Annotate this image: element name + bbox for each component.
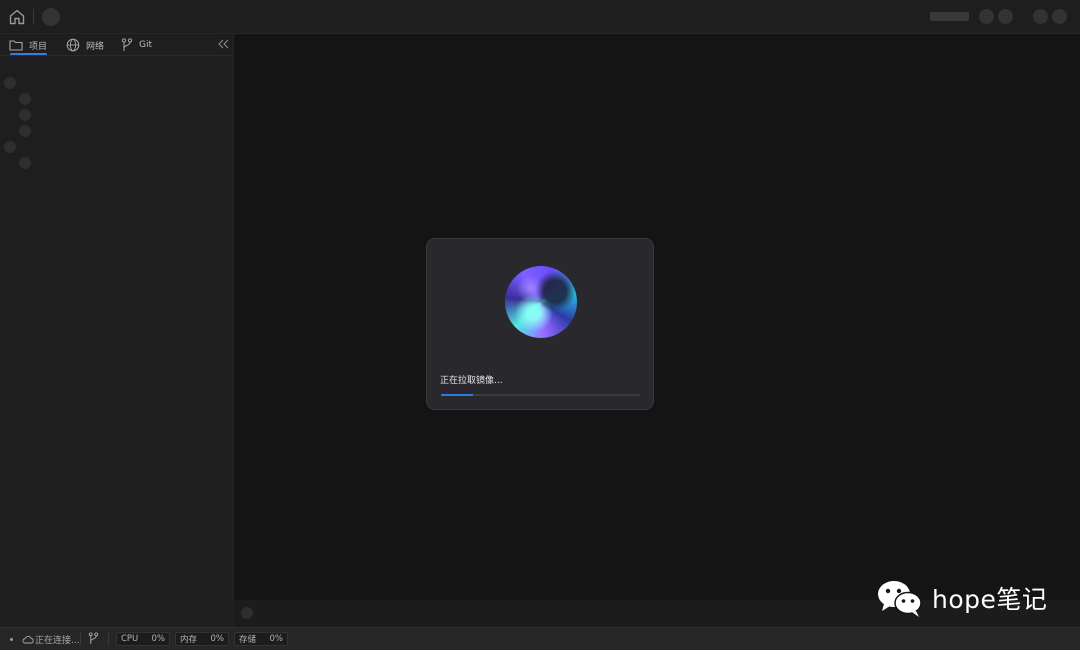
title-bar [0, 0, 1080, 34]
connection-status-label: 正在连接... [35, 635, 80, 646]
tree-item[interactable] [19, 125, 31, 137]
tree-item[interactable] [19, 157, 31, 169]
cpu-label: CPU [121, 634, 139, 644]
close-button[interactable] [1052, 9, 1067, 24]
tab-label: 项目 [29, 41, 48, 52]
divider [80, 633, 81, 645]
cpu-value: 0% [151, 634, 166, 644]
tab-network[interactable]: 网络 [66, 34, 104, 56]
git-branch-icon [121, 38, 133, 51]
memory-label: 内存 [180, 635, 198, 645]
loading-status-text: 正在拉取镜像... [440, 376, 503, 386]
storage-label: 存储 [239, 635, 257, 645]
minimize-button[interactable] [1033, 9, 1048, 24]
wechat-icon [878, 581, 922, 617]
connection-status[interactable]: 正在连接... [22, 632, 80, 646]
status-dot [10, 632, 13, 646]
orb-highlight [515, 277, 545, 301]
watermark-text: hope笔记 [932, 585, 1048, 614]
tree-item[interactable] [4, 141, 16, 153]
progress-bar [441, 394, 640, 396]
folder-icon [9, 40, 23, 51]
home-icon[interactable] [8, 8, 26, 26]
progress-bar-fill [441, 394, 473, 396]
toolbar-button[interactable] [979, 9, 994, 24]
tree-item[interactable] [19, 93, 31, 105]
main-content [234, 34, 1080, 600]
divider [108, 633, 109, 645]
placeholder-bar [930, 12, 969, 21]
cpu-meter: CPU 0% [116, 632, 170, 646]
globe-icon [66, 38, 80, 52]
git-branch-icon[interactable] [88, 632, 99, 645]
watermark: hope笔记 [876, 576, 1047, 620]
divider [33, 9, 34, 24]
tab-label: 网络 [86, 41, 105, 52]
memory-meter: 内存 0% [175, 632, 229, 646]
sidebar: 项目 网络 Git [0, 34, 234, 627]
toolbar-button[interactable] [998, 9, 1013, 24]
storage-value: 0% [269, 634, 284, 644]
loading-dialog: 正在拉取镜像... [426, 238, 654, 410]
collapse-sidebar-icon[interactable] [218, 39, 229, 49]
cloud-icon [22, 635, 34, 643]
memory-value: 0% [210, 634, 225, 644]
storage-meter: 存储 0% [234, 632, 288, 646]
divider [0, 55, 233, 56]
panel-button[interactable] [241, 607, 253, 619]
status-bar: 正在连接... CPU 0% 内存 0% 存储 0% [0, 627, 1080, 650]
tree-item[interactable] [19, 109, 31, 121]
avatar[interactable] [42, 8, 60, 26]
tab-label: Git [139, 40, 153, 50]
tab-git[interactable]: Git [121, 34, 152, 56]
tree-item[interactable] [4, 77, 16, 89]
loading-orb-image [505, 266, 577, 338]
